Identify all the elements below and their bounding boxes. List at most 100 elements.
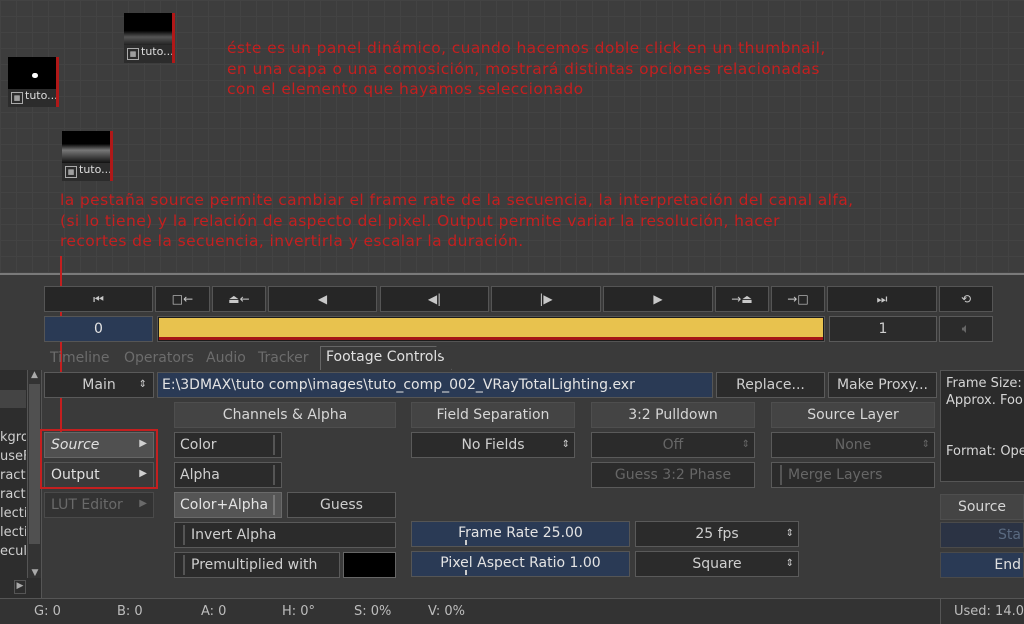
graph-node[interactable]: ▦ tuto... <box>124 13 175 65</box>
source-layer-select[interactable]: None ⇕ <box>771 432 935 458</box>
frame-rate-label: Frame Rate 25.00 <box>458 525 583 541</box>
color-alpha-label: Color+Alpha <box>180 497 269 513</box>
merge-layers-label: Merge Layers <box>788 467 883 483</box>
file-icon: ▦ <box>65 166 77 178</box>
updown-icon: ⇕ <box>741 439 750 450</box>
make-proxy-button[interactable]: Make Proxy... <box>828 372 937 398</box>
status-g: G: 0 <box>34 604 61 619</box>
source-button[interactable]: Source <box>940 494 1024 520</box>
start-field[interactable]: Sta <box>940 522 1024 548</box>
merge-layers-toggle[interactable]: Merge Layers <box>771 462 935 488</box>
pulldown-header: 3:2 Pulldown <box>591 402 755 428</box>
source-layer-header: Source Layer <box>771 402 935 428</box>
tab-label: Footage Controls <box>326 349 445 365</box>
tab-audio[interactable]: Audio <box>206 348 252 369</box>
prev-marker-button[interactable]: ⏏← <box>212 286 266 312</box>
audio-button[interactable]: 🔈︎ <box>939 316 993 342</box>
next-frame-button[interactable]: |▶ <box>491 286 601 312</box>
start-label: Sta <box>998 527 1021 543</box>
node-label: tuto... <box>141 45 174 58</box>
pixel-aspect-select[interactable]: Square ⇕ <box>635 551 799 577</box>
color-toggle[interactable]: Color <box>174 432 282 458</box>
list-item[interactable]: lecti <box>0 504 26 523</box>
replace-button[interactable]: Replace... <box>716 372 825 398</box>
scroll-thumb[interactable] <box>29 384 40 544</box>
step-back-button[interactable]: ◀ <box>268 286 377 312</box>
format-text: Format: Ope <box>946 444 1024 459</box>
graph-node[interactable]: ▦ tuto... <box>62 131 113 183</box>
status-v: V: 0% <box>428 604 465 619</box>
node-graph[interactable]: ▦ tuto... ▦ tuto... ▦ tuto... éste es un pa… <box>0 0 1024 275</box>
premultiply-color-swatch[interactable] <box>343 552 396 578</box>
speaker-icon: 🔈︎ <box>961 321 971 337</box>
toggle-indicator <box>273 435 275 455</box>
tab-timeline[interactable]: Timeline <box>50 348 116 369</box>
left-list-panel[interactable]: ▲ ▼ kgro useF ract ract lecti lecti ecul… <box>0 370 42 598</box>
footage-path-field[interactable]: E:\3DMAX\tuto comp\images\tuto_comp_002_… <box>157 372 713 398</box>
scroll-right-icon[interactable]: ▶ <box>14 580 26 594</box>
next-key-button[interactable]: →□ <box>771 286 825 312</box>
graph-node[interactable]: ▦ tuto... <box>8 57 59 109</box>
status-h: H: 0° <box>282 604 316 619</box>
node-thumbnail <box>62 131 113 163</box>
frame-size-text: Frame Size: <box>946 376 1022 391</box>
list-item[interactable]: ract <box>0 466 26 485</box>
updown-icon: ⇕ <box>138 379 147 390</box>
fps-value: 25 fps <box>695 526 739 542</box>
file-icon: ▦ <box>11 92 23 104</box>
loop-button[interactable]: ⟲ <box>939 286 993 312</box>
list-item[interactable]: ecula <box>0 542 26 561</box>
next-marker-icon: →⏏ <box>731 292 753 306</box>
skip-to-start-button[interactable]: ⏮ <box>44 286 153 312</box>
tab-label: Audio <box>206 350 246 366</box>
list-item[interactable]: lecti <box>0 523 26 542</box>
guess-phase-button[interactable]: Guess 3:2 Phase <box>591 462 755 488</box>
invert-alpha-toggle[interactable]: Invert Alpha <box>174 522 396 548</box>
chevron-right-icon: ▶ <box>139 498 147 509</box>
timeline-cache <box>159 337 823 340</box>
prev-key-button[interactable]: □← <box>155 286 210 312</box>
current-frame-field[interactable]: 0 <box>44 316 153 342</box>
play-icon: ▶ <box>653 292 663 306</box>
status-s: S: 0% <box>354 604 392 619</box>
tab-footage-controls[interactable]: Footage Controls <box>320 346 452 370</box>
prev-frame-button[interactable]: ◀| <box>380 286 489 312</box>
color-alpha-toggle[interactable]: Color+Alpha <box>174 492 282 518</box>
list-item[interactable] <box>0 390 26 408</box>
end-frame-field[interactable]: 1 <box>829 316 937 342</box>
view-select-value: Main <box>82 377 116 393</box>
alpha-label: Alpha <box>180 467 220 483</box>
timeline-bar[interactable] <box>157 316 825 342</box>
current-frame-value: 0 <box>94 321 103 337</box>
list-item[interactable]: useF <box>0 447 26 466</box>
skip-to-end-icon: ⏭ <box>876 292 888 306</box>
skip-to-end-button[interactable]: ⏭ <box>827 286 937 312</box>
play-button[interactable]: ▶ <box>603 286 713 312</box>
alpha-toggle[interactable]: Alpha <box>174 462 282 488</box>
pulldown-select[interactable]: Off ⇕ <box>591 432 755 458</box>
source-layer-value: None <box>834 437 872 453</box>
lut-editor-tab[interactable]: LUT Editor ▶ <box>44 492 154 518</box>
updown-icon: ⇕ <box>921 439 930 450</box>
fps-select[interactable]: 25 fps ⇕ <box>635 521 799 547</box>
next-marker-button[interactable]: →⏏ <box>715 286 769 312</box>
pixel-aspect-slider[interactable]: Pixel Aspect Ratio 1.00 <box>411 551 630 577</box>
tab-tracker[interactable]: Tracker <box>258 348 318 369</box>
list-item[interactable]: ract <box>0 485 26 504</box>
guess-button[interactable]: Guess <box>287 492 396 518</box>
tab-operators[interactable]: Operators <box>124 348 198 369</box>
toggle-indicator <box>273 495 275 515</box>
toggle-indicator <box>183 525 185 545</box>
toggle-indicator <box>273 465 275 485</box>
field-separation-select[interactable]: No Fields ⇕ <box>411 432 575 458</box>
make-proxy-label: Make Proxy... <box>836 377 929 393</box>
list-item[interactable]: kgro <box>0 428 26 447</box>
frame-rate-slider[interactable]: Frame Rate 25.00 <box>411 521 630 547</box>
left-list-scrollbar[interactable]: ▲ ▼ <box>27 370 41 578</box>
end-field[interactable]: End <box>940 552 1024 578</box>
annotation-text: la pestaña source permite cambiar el fra… <box>60 191 854 250</box>
premultiplied-toggle[interactable]: Premultiplied with <box>174 552 340 578</box>
status-a: A: 0 <box>201 604 227 619</box>
view-select[interactable]: Main ⇕ <box>44 372 154 398</box>
tab-label: Timeline <box>50 350 110 366</box>
